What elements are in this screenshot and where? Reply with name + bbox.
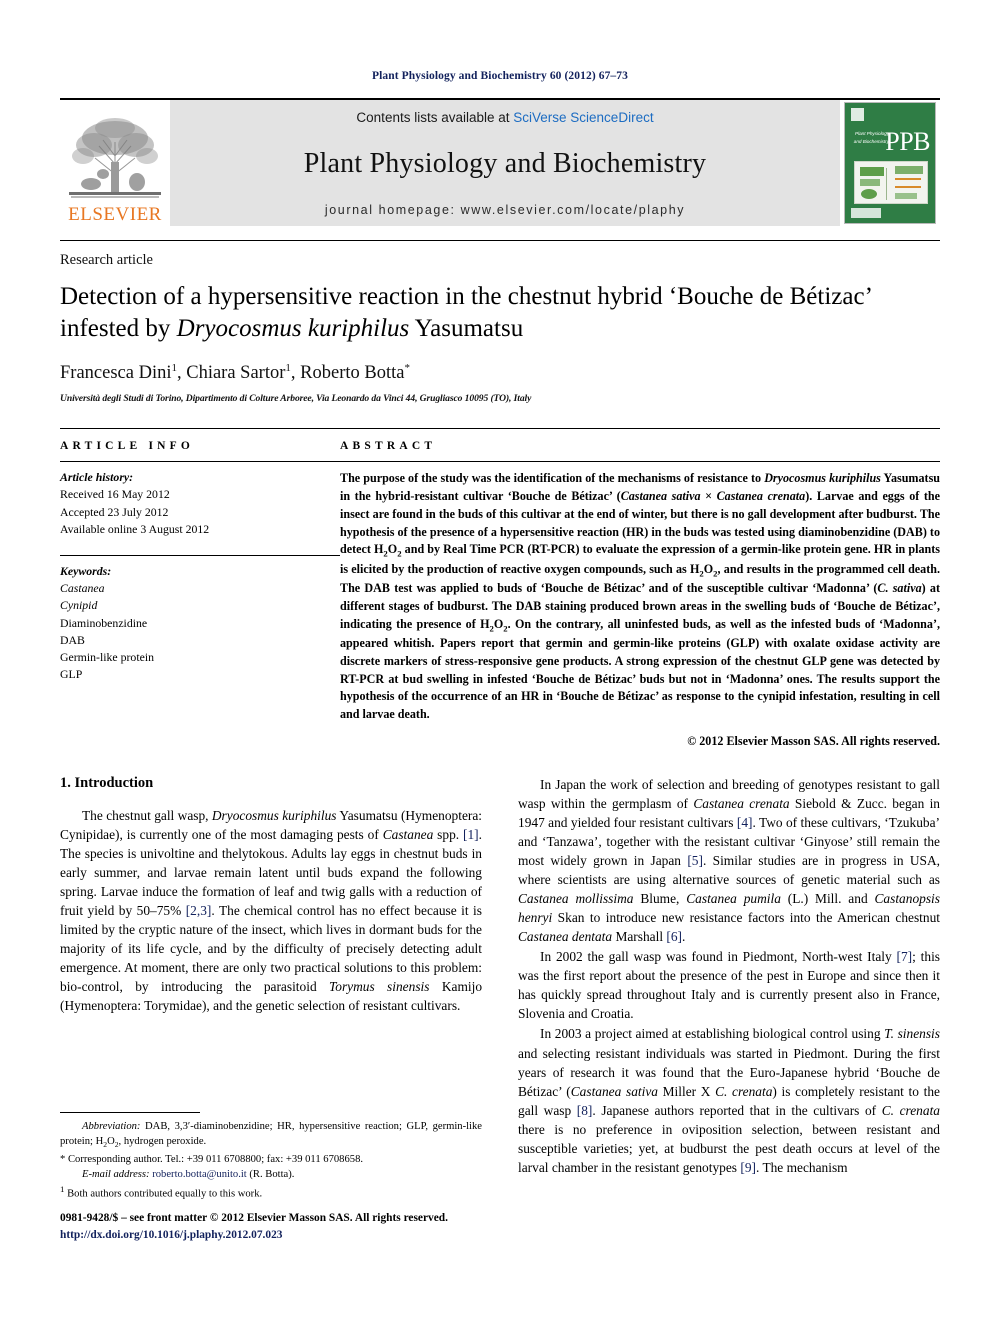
elsevier-logo: ELSEVIER — [60, 100, 170, 226]
cover-footer-mark — [851, 208, 881, 218]
abstract-text: The purpose of the study was the identif… — [340, 471, 940, 722]
keywords-block: Keywords: Castanea Cynipid Diaminobenzid… — [60, 548, 340, 684]
divider — [60, 555, 340, 557]
article-page: Plant Physiology and Biochemistry 60 (20… — [60, 0, 940, 1323]
keyword-item: DAB — [60, 632, 85, 647]
corresponding-text: Corresponding author. Tel.: +39 011 6708… — [67, 1153, 364, 1165]
keyword-item: Cynipid — [60, 598, 98, 613]
author-name: Chiara Sartor — [186, 363, 286, 384]
cover-image: Plant Physiology and Biochemistry PPB — [844, 102, 936, 224]
article-history-label: Article history: — [60, 470, 134, 485]
history-accepted: Accepted 23 July 2012 — [60, 504, 169, 519]
sciencedirect-link[interactable]: SciVerse ScienceDirect — [513, 110, 653, 125]
doi-link[interactable]: http://dx.doi.org/10.1016/j.plaphy.2012.… — [60, 1227, 580, 1244]
author-separator: , — [176, 363, 187, 384]
title-line-2-suffix: Yasumatsu — [409, 315, 524, 342]
journal-band: Contents lists available at SciVerse Sci… — [170, 100, 840, 226]
abbreviation-label: Abbreviation: — [82, 1121, 141, 1132]
imprint-issn-line: 0981-9428/$ – see front matter © 2012 El… — [60, 1212, 448, 1224]
paragraph: In 2002 the gall wasp was found in Piedm… — [518, 949, 940, 1022]
keyword-item: Germin-like protein — [60, 650, 155, 665]
author-name: Francesca Dini — [60, 363, 172, 384]
keyword-item: Castanea — [60, 581, 105, 596]
section-heading-introduction: 1. Introduction — [60, 775, 154, 792]
body-column-right: In Japan the work of selection and breed… — [518, 775, 940, 1178]
contents-available-line: Contents lists available at SciVerse Sci… — [356, 110, 653, 125]
contents-prefix: Contents lists available at — [356, 110, 514, 125]
article-history: Article history: Received 16 May 2012 Ac… — [60, 462, 340, 538]
abstract-label: ABSTRACT — [340, 440, 437, 453]
keyword-item: Diaminobenzidine — [60, 615, 148, 630]
title-line-2-prefix: infested by — [60, 315, 177, 342]
author-separator: , — [290, 363, 301, 384]
paragraph: In Japan the work of selection and breed… — [518, 777, 941, 945]
keyword-item: GLP — [60, 667, 83, 682]
abstract-column: ABSTRACT The purpose of the study was th… — [340, 440, 940, 749]
equal-text: Both authors contributed equally to this… — [67, 1188, 263, 1200]
footnotes-block: Abbreviation: DAB, 3,3′-diaminobenzidine… — [60, 1112, 482, 1202]
article-info-column: ARTICLE INFO Article history: Received 1… — [60, 440, 340, 749]
article-info-label: ARTICLE INFO — [60, 440, 195, 453]
author-affiliation: Università degli Studi di Torino, Dipart… — [60, 393, 532, 405]
article-type: Research article — [60, 240, 940, 269]
running-head: Plant Physiology and Biochemistry 60 (20… — [372, 70, 628, 82]
keywords-label: Keywords: — [60, 564, 112, 579]
title-line-1: Detection of a hypersensitive reaction i… — [60, 283, 873, 310]
info-abstract-section: ARTICLE INFO Article history: Received 1… — [60, 428, 940, 749]
title-species-name: Dryocosmus kuriphilus — [176, 315, 410, 342]
author-marker: * — [404, 362, 410, 374]
equal-marker: 1 — [60, 1184, 65, 1195]
footnote-corresponding-author: * Corresponding author. Tel.: +39 011 67… — [60, 1152, 482, 1167]
page-title: Detection of a hypersensitive reaction i… — [60, 281, 940, 345]
journal-homepage-link[interactable]: journal homepage: www.elsevier.com/locat… — [325, 203, 685, 217]
cover-publisher-mark — [851, 108, 864, 121]
email-link[interactable]: roberto.botta@unito.it — [152, 1169, 247, 1180]
journal-cover-thumbnail: Plant Physiology and Biochemistry PPB — [840, 100, 940, 226]
journal-masthead: ELSEVIER Contents lists available at Sci… — [60, 98, 940, 226]
elsevier-wordmark: ELSEVIER — [68, 204, 162, 225]
footnote-equal-contribution: 1 Both authors contributed equally to th… — [60, 1183, 482, 1202]
elsevier-tree-icon — [69, 118, 161, 198]
cover-journal-title: Plant Physiology and Biochemistry — [853, 131, 889, 144]
paragraph: In 2003 a project aimed at establishing … — [518, 1026, 940, 1175]
history-received: Received 16 May 2012 — [60, 487, 170, 502]
paragraph: The chestnut gall wasp, Dryocosmus kurip… — [60, 808, 483, 1014]
footnote-email: E-mail address: roberto.botta@unito.it (… — [60, 1167, 482, 1182]
author-name: Roberto Botta — [300, 363, 405, 384]
footnote-abbreviations: Abbreviation: DAB, 3,3′-diaminobenzidine… — [60, 1119, 482, 1151]
email-label: E-mail address: — [82, 1168, 150, 1180]
author-list: Francesca Dini1, Chiara Sartor1, Roberto… — [60, 362, 940, 384]
cover-acronym: PPB — [885, 127, 930, 156]
corresponding-marker: * — [60, 1153, 66, 1165]
cover-figure — [854, 161, 928, 204]
journal-title: Plant Physiology and Biochemistry — [303, 148, 707, 179]
email-suffix: (R. Botta). — [246, 1168, 295, 1180]
history-online: Available online 3 August 2012 — [60, 521, 210, 536]
footnote-divider — [60, 1112, 200, 1113]
imprint-block: 0981-9428/$ – see front matter © 2012 El… — [60, 1210, 580, 1244]
abstract-copyright: © 2012 Elsevier Masson SAS. All rights r… — [687, 734, 940, 749]
